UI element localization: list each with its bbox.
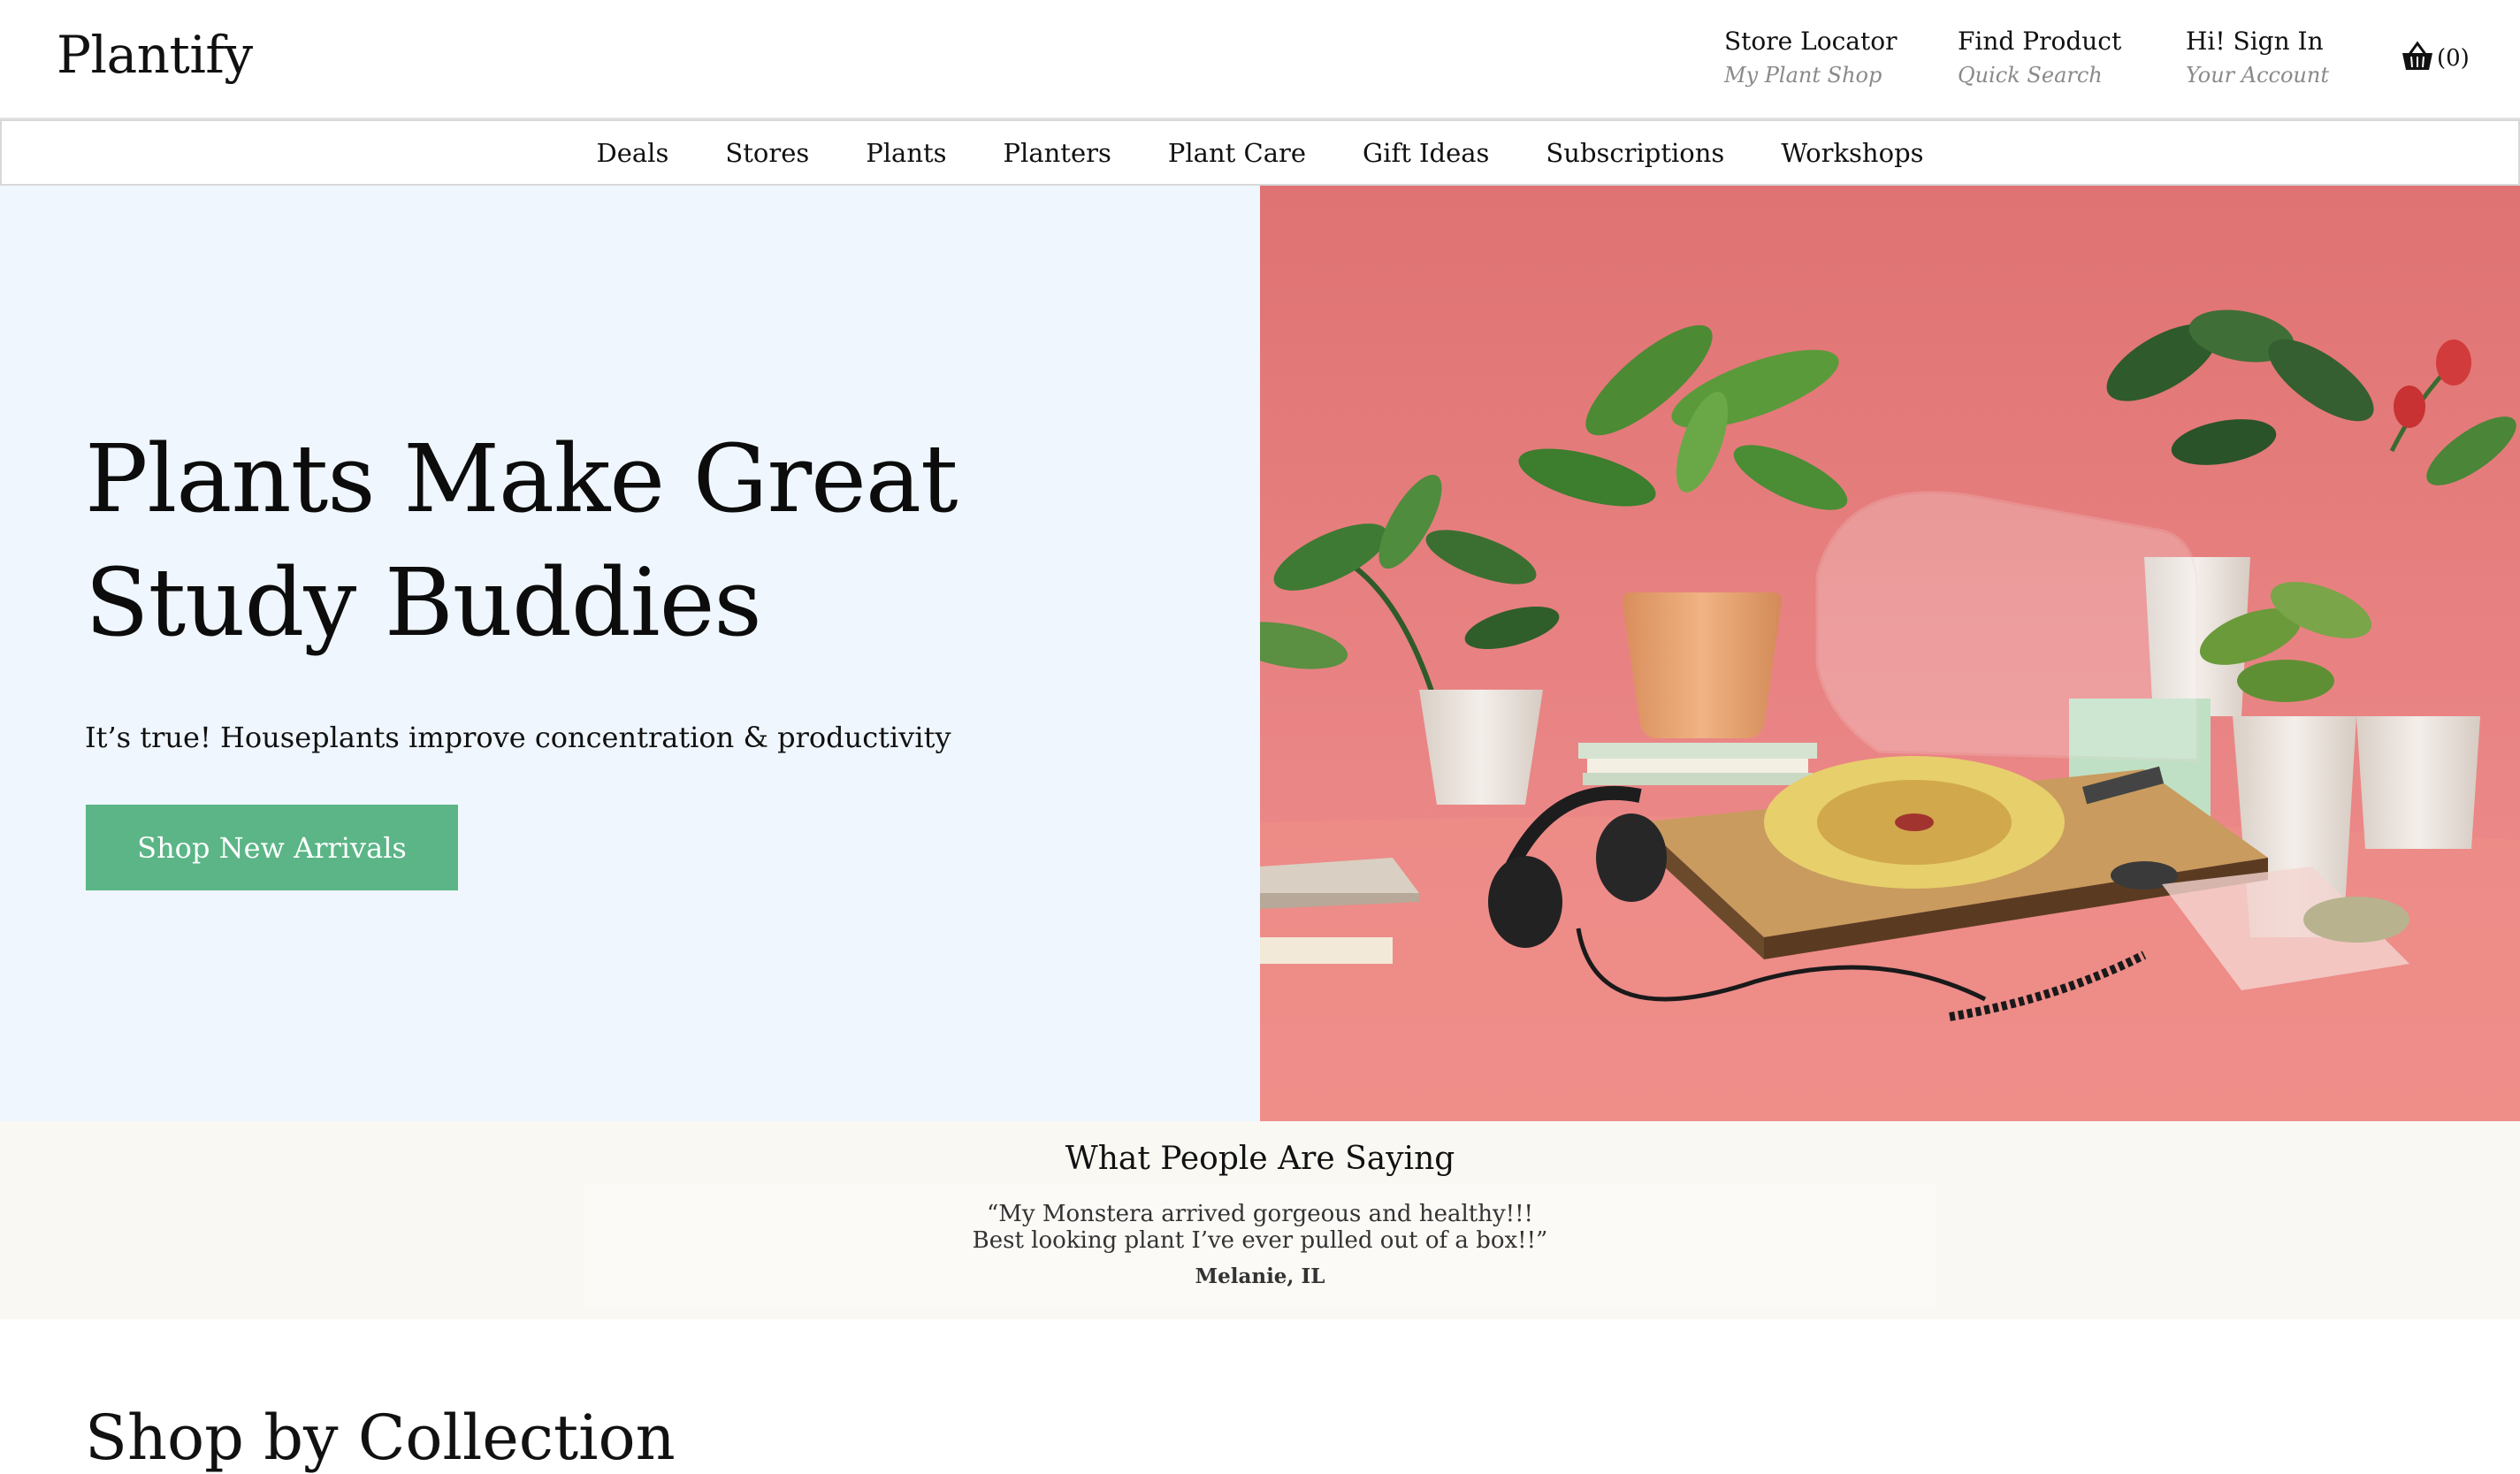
basket-icon: [2400, 41, 2435, 76]
testimonial-quote-line-2: Best looking plant I’ve ever pulled out …: [972, 1227, 1548, 1254]
account-subtitle: Your Account: [2186, 63, 2329, 88]
nav-item-plants[interactable]: Plants: [866, 138, 946, 168]
records-stack: [1260, 858, 1419, 909]
store-locator-subtitle: My Plant Shop: [1724, 63, 1882, 88]
site-header: Plantify Store Locator My Plant Shop Fin…: [0, 0, 2520, 119]
nav-item-deals[interactable]: Deals: [596, 138, 668, 168]
find-product-link[interactable]: Find Product Quick Search: [1958, 27, 2121, 88]
nav-item-workshops[interactable]: Workshops: [1781, 138, 1923, 168]
testimonial-author: Melanie, IL: [1195, 1264, 1325, 1288]
nav-item-subscriptions[interactable]: Subscriptions: [1546, 138, 1724, 168]
hero-text-panel: Plants Make Great Study Buddies It’s tru…: [0, 186, 1260, 1121]
testimonial-quote-line-1: “My Monstera arrived gorgeous and health…: [986, 1201, 1533, 1227]
hero-title: Plants Make Great Study Buddies: [85, 424, 958, 657]
nav-item-gift-ideas[interactable]: Gift Ideas: [1363, 138, 1489, 168]
hero-subtitle: It’s true! Houseplants improve concentra…: [85, 721, 951, 754]
hero-image: [1260, 186, 2520, 1121]
nav-item-planters[interactable]: Planters: [1004, 138, 1111, 168]
store-locator-link[interactable]: Store Locator My Plant Shop: [1724, 27, 1897, 88]
main-nav: Deals Stores Plants Planters Plant Care …: [0, 119, 2520, 186]
find-product-subtitle: Quick Search: [1958, 63, 2103, 88]
cart-count: (0): [2437, 45, 2470, 72]
account-link[interactable]: Hi! Sign In Your Account: [2186, 27, 2329, 88]
testimonials-heading: What People Are Saying: [1065, 1141, 1455, 1177]
sign-in-title[interactable]: Hi! Sign In: [2186, 27, 2329, 56]
testimonials-section: What People Are Saying “My Monstera arri…: [0, 1121, 2520, 1319]
shop-new-arrivals-button[interactable]: Shop New Arrivals: [86, 805, 458, 890]
find-product-title[interactable]: Find Product: [1958, 27, 2121, 56]
nav-item-stores[interactable]: Stores: [725, 138, 809, 168]
site-logo[interactable]: Plantify: [57, 25, 253, 85]
cart-button[interactable]: (0): [2400, 41, 2470, 76]
shop-by-collection-heading: Shop by Collection: [85, 1401, 676, 1474]
nav-item-plant-care[interactable]: Plant Care: [1168, 138, 1306, 168]
store-locator-title[interactable]: Store Locator: [1724, 27, 1897, 56]
